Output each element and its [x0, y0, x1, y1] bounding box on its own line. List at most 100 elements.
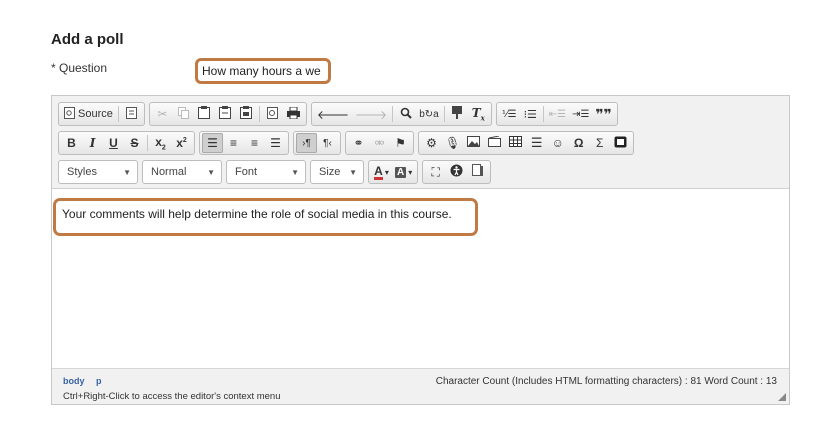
editor-content-area[interactable]: Your comments will help determine the ro… — [52, 190, 789, 366]
templates-button[interactable] — [121, 104, 142, 124]
paste-word-button[interactable] — [236, 104, 257, 124]
maximize-button[interactable]: ⛶ — [425, 162, 446, 182]
image-button[interactable] — [463, 133, 484, 153]
show-blocks-icon — [471, 164, 484, 180]
size-dropdown-label: Size — [319, 166, 341, 178]
subscript-button[interactable]: x2 — [150, 133, 171, 153]
blockquote-button[interactable]: ❞❞ — [592, 104, 614, 124]
toolbar-row-2: B I U S x2 x2 ☰ ≡ ≡ ☰ ›¶ ¶‹ ⚭ ⚮ ⚑ ⚙ 🎙 ☰ … — [58, 131, 635, 155]
link-icon: ⚭ — [353, 136, 364, 150]
link-button[interactable]: ⚭ — [348, 133, 369, 153]
strikethrough-button[interactable]: S — [124, 133, 145, 153]
math-button[interactable]: Σ — [589, 133, 610, 153]
size-dropdown[interactable]: Size ▼ — [310, 160, 364, 184]
flash-button[interactable] — [610, 133, 631, 153]
table-button[interactable] — [505, 133, 526, 153]
superscript-button[interactable]: x2 — [171, 133, 192, 153]
omega-icon: Ω — [573, 136, 584, 150]
blockquote-icon: ❞❞ — [595, 105, 612, 122]
horizontal-rule-button[interactable]: ☰ — [526, 133, 547, 153]
anchor-button[interactable]: ⚑ — [390, 133, 411, 153]
templates-icon — [125, 106, 137, 122]
question-input[interactable]: How many hours a we — [195, 58, 331, 84]
indent-button[interactable]: ⇥☰ — [569, 104, 592, 124]
page-title: Add a poll — [51, 31, 124, 48]
copy-button[interactable] — [173, 104, 194, 124]
path-item-p[interactable]: p — [96, 376, 102, 386]
toolbar-group-colors: A ▾ A ▾ — [368, 160, 419, 184]
italic-button[interactable]: I — [82, 133, 103, 153]
redo-icon: 🡒 — [355, 107, 388, 122]
media-button[interactable] — [484, 133, 505, 153]
chevron-down-icon: ▼ — [349, 167, 357, 177]
chevron-down-icon: ▾ — [408, 167, 413, 177]
styles-dropdown[interactable]: Styles ▼ — [58, 160, 138, 184]
print-icon — [286, 106, 300, 122]
path-item-body[interactable]: body — [63, 376, 85, 386]
maximize-icon: ⛶ — [431, 164, 440, 179]
justify-button[interactable]: ☰ — [265, 133, 286, 153]
media-icon — [488, 135, 502, 150]
background-color-button[interactable]: A ▾ — [392, 162, 415, 182]
replace-icon: b↻a — [419, 108, 439, 120]
show-blocks-button[interactable] — [467, 162, 488, 182]
bulleted-list-icon: ⁝☰ — [523, 108, 537, 121]
underline-button[interactable]: U — [103, 133, 124, 153]
rtl-button[interactable]: ¶‹ — [317, 133, 338, 153]
format-dropdown[interactable]: Normal ▼ — [142, 160, 222, 184]
toolbar-group-editing: 🡐 🡒 b↻a Tx — [310, 102, 492, 126]
outdent-button[interactable]: ⇤☰ — [546, 104, 569, 124]
unlink-button[interactable]: ⚮ — [369, 133, 390, 153]
source-button[interactable]: Source — [61, 104, 116, 124]
preview-button[interactable] — [262, 104, 283, 124]
remove-format-icon: Tx — [471, 105, 485, 123]
resize-icon[interactable] — [778, 393, 786, 401]
toolbar-group-insert: ⚙ 🎙 ☰ ☺ Ω Σ — [418, 131, 635, 155]
toolbar-row-1: Source ✂ 🡐 🡒 b↻a Tx ⅟☰ ⁝☰ ⇤☰ ⇥☰ ❞❞ — [58, 102, 618, 126]
ltr-button[interactable]: ›¶ — [296, 133, 317, 153]
source-icon — [64, 106, 75, 122]
align-center-button[interactable]: ≡ — [223, 133, 244, 153]
numbered-list-icon: ⅟☰ — [501, 108, 517, 120]
anchor-icon: ⚑ — [395, 136, 406, 150]
unlink-icon: ⚮ — [374, 136, 385, 150]
table-icon — [509, 136, 523, 150]
chevron-down-icon: ▼ — [291, 167, 299, 177]
rich-text-editor: Source ✂ 🡐 🡒 b↻a Tx ⅟☰ ⁝☰ ⇤☰ ⇥☰ ❞❞ B I U… — [51, 95, 790, 405]
subscript-icon: x2 — [155, 134, 166, 152]
align-left-button[interactable]: ☰ — [202, 133, 223, 153]
paste-text-button[interactable] — [215, 104, 236, 124]
indent-icon: ⇥☰ — [572, 108, 590, 120]
format-dropdown-label: Normal — [151, 166, 187, 178]
smiley-button[interactable]: ☺ — [547, 133, 568, 153]
editor-status-bar: body p Ctrl+Right-Click to access the ed… — [52, 368, 789, 404]
paste-button[interactable] — [194, 104, 215, 124]
remove-format-button[interactable]: Tx — [468, 104, 489, 124]
print-button[interactable] — [283, 104, 304, 124]
flash-icon — [614, 136, 627, 151]
microphone-button[interactable]: 🎙 — [442, 133, 463, 153]
image-icon — [467, 136, 481, 150]
spellcheck-button[interactable] — [447, 104, 468, 124]
toolbar-separator — [117, 106, 119, 122]
text-color-button[interactable]: A ▾ — [371, 162, 392, 182]
redo-button[interactable]: 🡒 — [352, 104, 390, 124]
styles-dropdown-label: Styles — [67, 166, 97, 178]
accessibility-button[interactable] — [446, 162, 467, 182]
special-char-button[interactable]: Ω — [568, 133, 589, 153]
smiley-icon: ☺ — [551, 136, 564, 150]
toolbar-group-paragraph: ⅟☰ ⁝☰ ⇤☰ ⇥☰ ❞❞ — [495, 102, 618, 126]
font-dropdown[interactable]: Font ▼ — [226, 160, 306, 184]
find-button[interactable] — [395, 104, 416, 124]
cut-button[interactable]: ✂ — [152, 104, 173, 124]
numbered-list-button[interactable]: ⅟☰ — [499, 104, 520, 124]
replace-button[interactable]: b↻a — [416, 104, 442, 124]
bold-button[interactable]: B — [61, 133, 82, 153]
settings-button[interactable]: ⚙ — [421, 133, 442, 153]
source-label: Source — [78, 108, 113, 120]
align-right-button[interactable]: ≡ — [244, 133, 265, 153]
bulleted-list-button[interactable]: ⁝☰ — [520, 104, 541, 124]
editor-paragraph[interactable]: Your comments will help determine the ro… — [53, 198, 478, 236]
undo-button[interactable]: 🡐 — [314, 104, 352, 124]
rtl-icon: ¶‹ — [323, 137, 332, 149]
